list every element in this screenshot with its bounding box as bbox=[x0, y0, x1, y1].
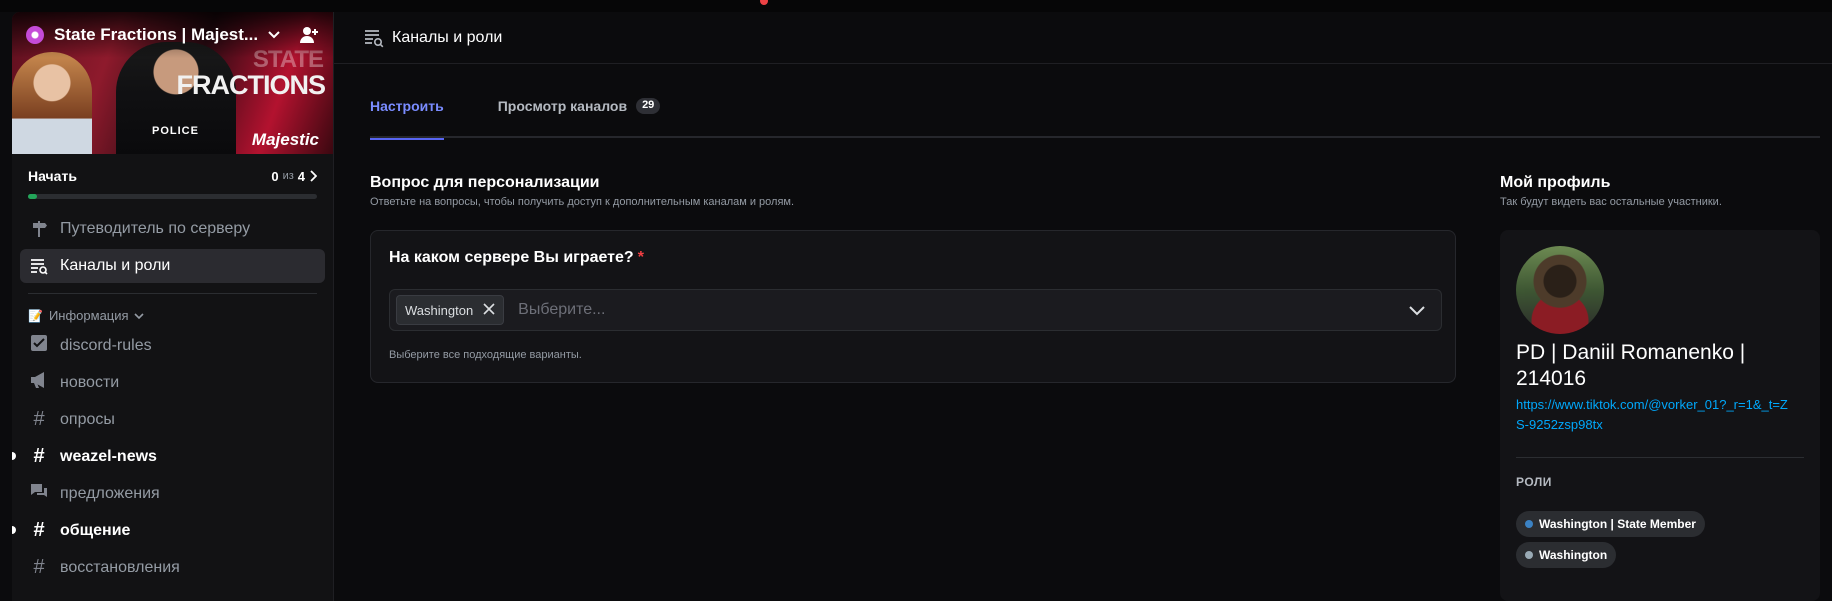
profile-card: PD | Daniil Romanenko | 214016 https://w… bbox=[1500, 230, 1820, 601]
tab-browse-channels[interactable]: Просмотр каналов 29 bbox=[498, 98, 661, 138]
channel-count-badge: 29 bbox=[636, 98, 661, 114]
hashtag-icon: # bbox=[33, 408, 45, 430]
progress-of: из bbox=[282, 170, 294, 182]
onboarding-progress[interactable]: Начать 0 из 4 bbox=[12, 154, 333, 209]
banner-brand-logo: Majestic bbox=[251, 130, 319, 149]
notification-dot bbox=[760, 0, 768, 5]
channel-label: общение bbox=[60, 521, 131, 539]
rules-icon bbox=[28, 334, 50, 358]
server-multiselect[interactable]: Washington Выберите... bbox=[389, 289, 1442, 331]
question-label: На каком сервере Вы играете? * bbox=[389, 249, 644, 267]
category-label: Информация bbox=[48, 308, 129, 323]
sidebar-item-label: Путеводитель по серверу bbox=[60, 220, 251, 237]
channel-weazel-news[interactable]: # weazel-news bbox=[12, 438, 325, 475]
chevron-down-icon[interactable] bbox=[1407, 300, 1427, 320]
channel-label: weazel-news bbox=[60, 447, 157, 465]
unread-indicator bbox=[12, 526, 16, 534]
channel-label: опросы bbox=[60, 410, 115, 428]
hashtag-icon: # bbox=[33, 445, 45, 467]
hashtag-icon: # bbox=[33, 519, 45, 541]
role-label: Washington bbox=[1539, 548, 1608, 562]
channel-vosstanovleniya[interactable]: # восстановления bbox=[20, 549, 325, 586]
channel-novosti[interactable]: новости bbox=[20, 364, 325, 401]
role-label: Washington | State Member bbox=[1539, 517, 1696, 531]
roles-heading: РОЛИ bbox=[1516, 475, 1552, 489]
remove-chip-icon[interactable] bbox=[483, 302, 495, 318]
avatar[interactable] bbox=[1516, 246, 1604, 334]
unread-indicator bbox=[12, 452, 16, 460]
question-section-title: Вопрос для персонализации bbox=[370, 174, 600, 191]
question-text: На каком сервере Вы играете? bbox=[389, 249, 634, 266]
tab-label: Просмотр каналов bbox=[497, 98, 628, 114]
chip-label: Washington bbox=[405, 302, 474, 318]
channels-roles-icon bbox=[28, 256, 50, 276]
memo-icon: 📝 bbox=[28, 308, 43, 323]
role-color-dot bbox=[1525, 520, 1533, 528]
profile-section-subtitle: Так будут видеть вас остальные участники… bbox=[1500, 196, 1722, 208]
banner-character-left bbox=[12, 52, 92, 154]
sidebar-item-channels-roles[interactable]: Каналы и роли bbox=[20, 249, 325, 283]
server-header-button[interactable]: State Fractions | Majest... bbox=[12, 12, 333, 58]
tab-customize[interactable]: Настроить bbox=[370, 98, 444, 140]
signpost-icon bbox=[28, 219, 50, 239]
progress-count: 0 из 4 bbox=[271, 169, 317, 184]
sidebar-item-server-guide[interactable]: Путеводитель по серверу bbox=[20, 212, 325, 246]
channel-oprosy[interactable]: # опросы bbox=[20, 401, 325, 438]
progress-fill bbox=[28, 194, 37, 199]
profile-divider bbox=[1516, 457, 1804, 458]
channel-label: discord-rules bbox=[60, 336, 152, 354]
select-placeholder: Выберите... bbox=[518, 301, 606, 318]
channel-predlozheniya[interactable]: предложения bbox=[20, 475, 325, 512]
profile-name: PD | Daniil Romanenko | 214016 bbox=[1516, 341, 1746, 390]
channel-discord-rules[interactable]: discord-rules bbox=[20, 327, 325, 364]
required-mark: * bbox=[637, 249, 644, 266]
profile-section-title: Мой профиль bbox=[1500, 174, 1611, 191]
question-card: На каком сервере Вы играете? * Washington… bbox=[370, 230, 1456, 383]
sidebar-item-label: Каналы и роли bbox=[60, 257, 171, 274]
progress-total: 4 bbox=[297, 168, 305, 184]
question-hint: Выберите все подходящие варианты. bbox=[389, 349, 582, 361]
chevron-right-icon bbox=[310, 170, 317, 182]
invite-people-icon[interactable] bbox=[299, 25, 319, 45]
server-sidebar: POLICE STATE FRACTIONS Majestic State Fr… bbox=[12, 12, 334, 601]
page-title: Каналы и роли bbox=[392, 28, 503, 46]
profile-link[interactable]: https://www.tiktok.com/@vorker_01?_r=1&_… bbox=[1516, 395, 1796, 435]
server-banner: POLICE STATE FRACTIONS Majestic State Fr… bbox=[12, 12, 333, 154]
tab-label: Настроить bbox=[370, 98, 444, 114]
progress-title: Начать bbox=[28, 168, 77, 184]
progress-bar bbox=[28, 194, 317, 199]
server-name: State Fractions | Majest... bbox=[54, 25, 259, 44]
banner-police-text: POLICE bbox=[152, 125, 199, 137]
tab-bar: Настроить Просмотр каналов 29 bbox=[370, 98, 1820, 140]
role-color-dot bbox=[1525, 551, 1533, 559]
selected-option-chip: Washington bbox=[396, 295, 505, 325]
channel-obshchenie[interactable]: # общение bbox=[12, 512, 325, 549]
channel-label: восстановления bbox=[60, 558, 180, 576]
role-badge: Washington bbox=[1516, 542, 1617, 568]
question-section-subtitle: Ответьте на вопросы, чтобы получить дост… bbox=[370, 196, 795, 208]
chevron-down-icon bbox=[268, 28, 280, 42]
forum-icon bbox=[28, 482, 50, 506]
hashtag-icon: # bbox=[33, 556, 45, 578]
chevron-down-icon bbox=[133, 312, 144, 319]
channel-label: новости bbox=[60, 373, 120, 391]
window-top-strip bbox=[0, 0, 1832, 12]
banner-fractions-text: FRACTIONS bbox=[176, 70, 326, 100]
category-information[interactable]: 📝 Информация bbox=[28, 308, 317, 323]
role-badge: Washington | State Member bbox=[1516, 511, 1705, 537]
megaphone-icon bbox=[28, 371, 50, 395]
page-header: Каналы и роли bbox=[334, 12, 1832, 64]
progress-done: 0 bbox=[271, 168, 279, 184]
sidebar-divider bbox=[28, 293, 317, 294]
channels-roles-icon bbox=[364, 28, 384, 48]
main-content: Каналы и роли Настроить Просмотр каналов… bbox=[334, 12, 1832, 601]
server-boost-icon bbox=[26, 26, 44, 44]
channel-label: предложения bbox=[60, 484, 160, 502]
